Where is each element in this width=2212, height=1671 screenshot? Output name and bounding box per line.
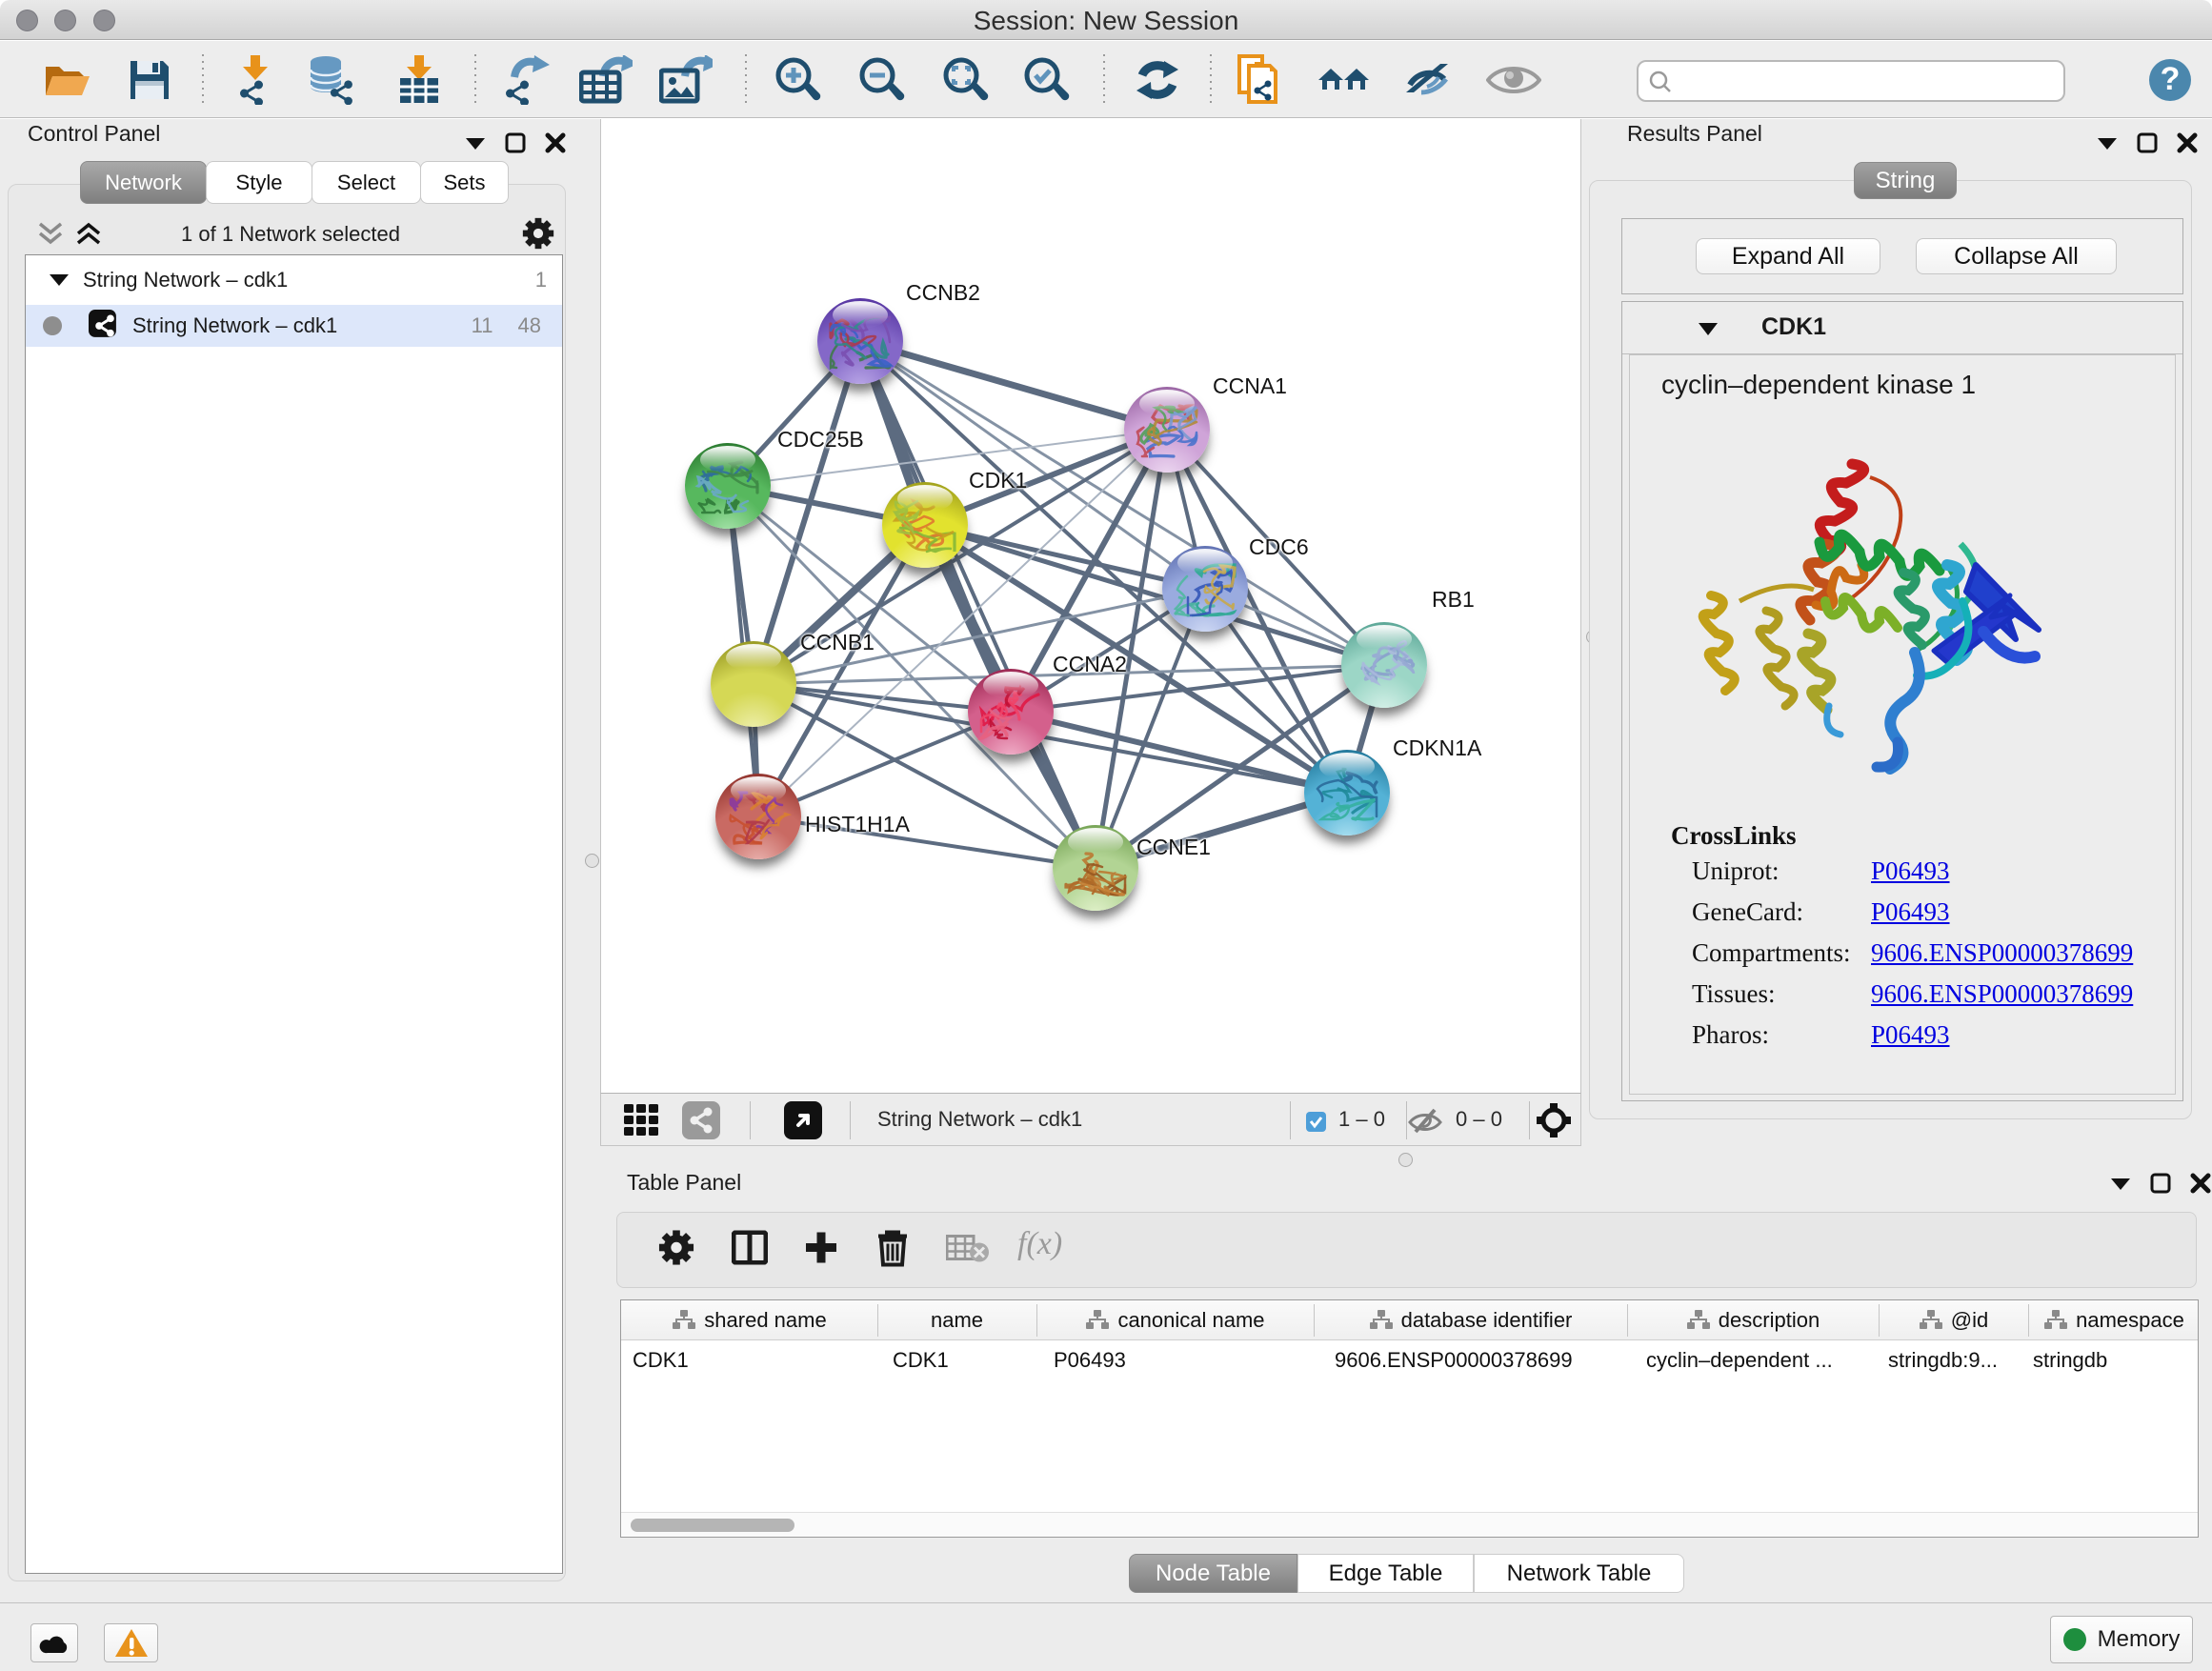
svg-text:?: ? — [2161, 61, 2181, 97]
